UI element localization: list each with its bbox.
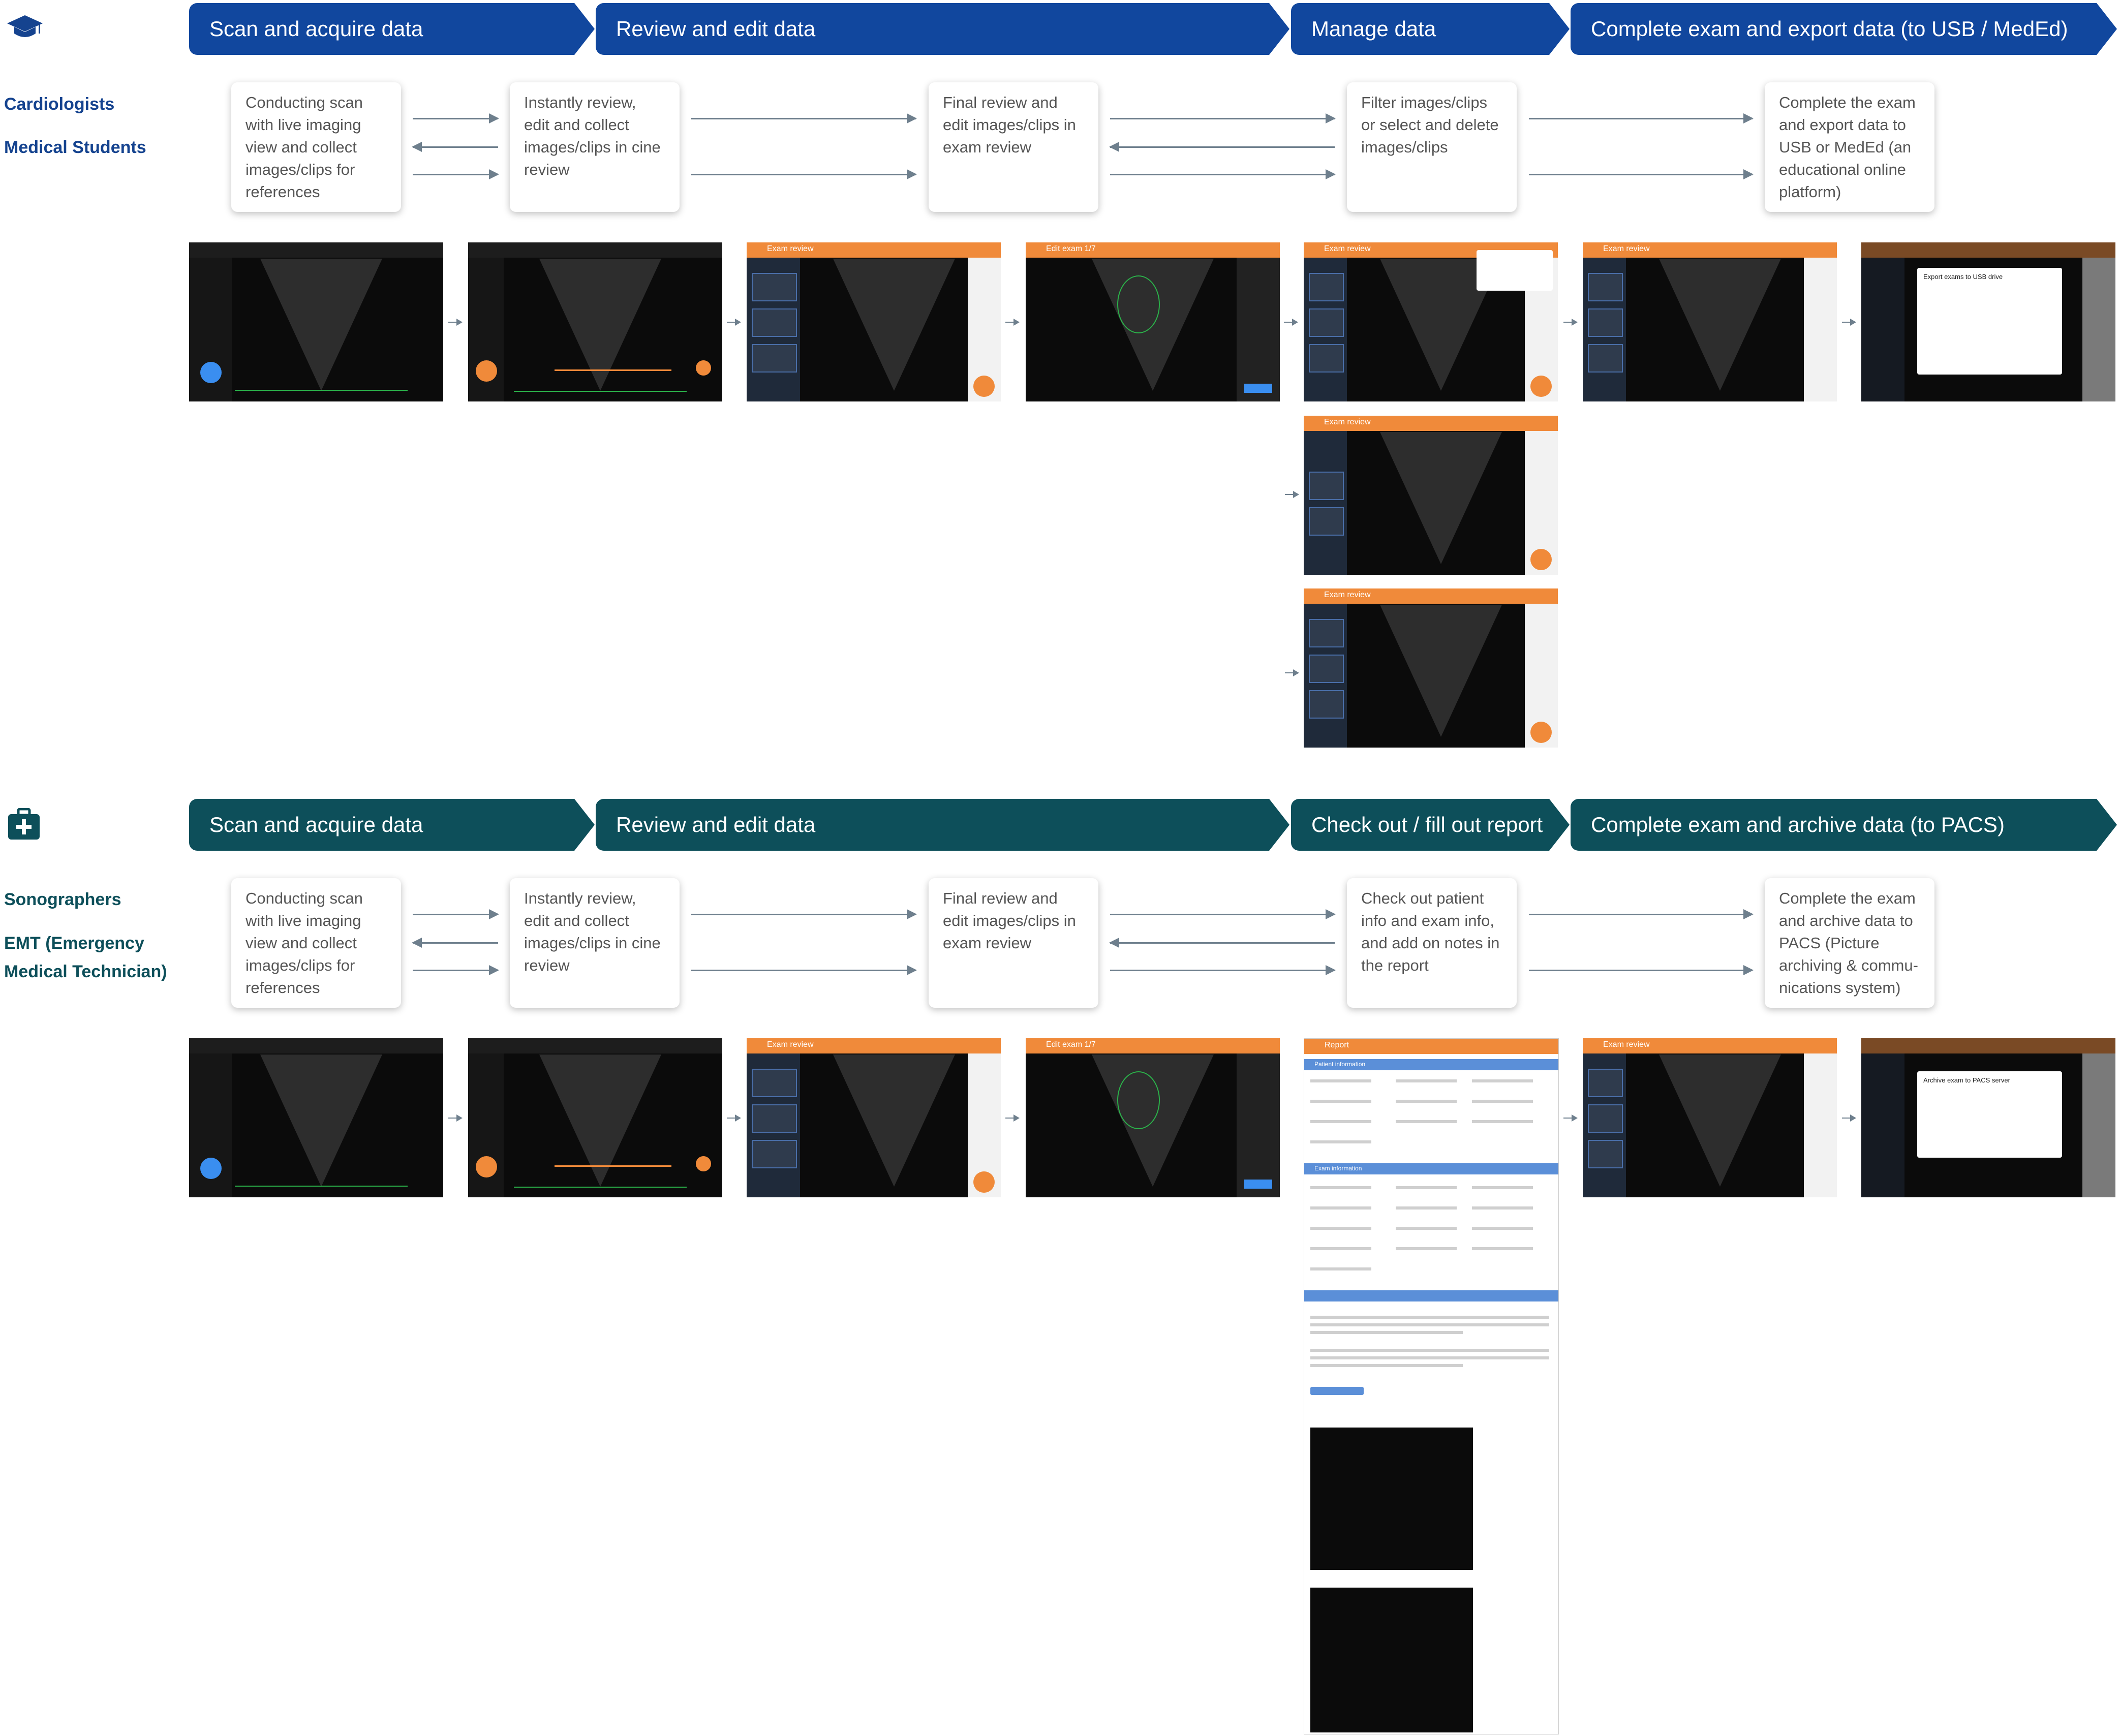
stage-scan-acquire: Scan and acquire data: [189, 3, 595, 55]
arrow-forward: [727, 319, 741, 326]
cine-review-screenshot: [468, 242, 722, 401]
step-card: Final review and edit images/clips in ex…: [929, 82, 1098, 212]
step-card: Complete the exam and export data to USB…: [1765, 82, 1934, 212]
archive-dialog-screenshot: Archive exam to PACS server: [1861, 1038, 2115, 1197]
arrow-back: [1109, 142, 1335, 152]
exam-review-screenshot: Exam review: [747, 1038, 1001, 1197]
arrow-forward: [1842, 1114, 1856, 1122]
arrow-forward: [691, 169, 917, 179]
persona-medical-students: Medical Students: [4, 138, 146, 157]
arrow-back: [412, 142, 498, 152]
arrow-forward: [1529, 113, 1754, 123]
arrow-forward: [727, 1114, 741, 1122]
arrow-forward: [1529, 965, 1754, 975]
live-scan-screenshot: [189, 242, 443, 401]
step-card: Check out patient info and exam info, an…: [1347, 878, 1517, 1008]
cine-review-screenshot: [468, 1038, 722, 1197]
step-card: Conducting scan with live imaging view a…: [231, 82, 401, 212]
step-card: Filter images/clips or select and delete…: [1347, 82, 1517, 212]
select-delete-screenshot: Exam review: [1304, 588, 1558, 748]
live-scan-screenshot: [189, 1038, 443, 1197]
filter-menu-screenshot: Exam review: [1304, 242, 1558, 401]
graduation-cap-icon: [6, 14, 44, 41]
arrow-forward: [1285, 669, 1299, 676]
step-card: Instantly review, edit and collect image…: [510, 82, 680, 212]
exam-review-screenshot: Exam review: [747, 242, 1001, 401]
arrow-forward: [413, 965, 499, 975]
stage-review-edit: Review and edit data: [596, 799, 1289, 851]
arrow-forward: [448, 319, 463, 326]
stage-review-edit: Review and edit data: [596, 3, 1289, 55]
exam-review-screenshot: Exam review: [1583, 1038, 1837, 1197]
persona-emt: EMT (Emergency Medical Technician): [4, 934, 167, 981]
persona-sonographers: Sonographers: [4, 890, 121, 909]
arrow-forward: [1529, 909, 1754, 919]
arrow-back: [1109, 938, 1335, 948]
step-card: Conducting scan with live imaging view a…: [231, 878, 401, 1008]
arrow-forward: [1842, 319, 1856, 326]
export-dialog-screenshot: Export exams to USB drive: [1861, 242, 2115, 401]
arrow-forward: [1110, 169, 1336, 179]
step-card: Final review and edit images/clips in ex…: [929, 878, 1098, 1008]
stage-report: Check out / fill out report: [1291, 799, 1570, 851]
filter-tagged-screenshot: Exam review: [1304, 416, 1558, 575]
arrow-forward: [413, 113, 499, 123]
arrow-forward: [448, 1114, 463, 1122]
medical-kit-icon: [7, 808, 41, 841]
edit-exam-screenshot: Edit exam 1/7: [1026, 1038, 1280, 1197]
arrow-forward: [1110, 909, 1336, 919]
arrow-forward: [1110, 113, 1336, 123]
stage-manage-data: Manage data: [1291, 3, 1570, 55]
edit-exam-screenshot: Edit exam 1/7: [1026, 242, 1280, 401]
stage-complete-archive: Complete exam and archive data (to PACS): [1571, 799, 2117, 851]
exam-review-screenshot: Exam review: [1583, 242, 1837, 401]
arrow-forward: [1284, 319, 1298, 326]
arrow-forward: [691, 965, 917, 975]
arrow-forward: [413, 909, 499, 919]
arrow-forward: [691, 113, 917, 123]
stage-complete-export: Complete exam and export data (to USB / …: [1571, 3, 2117, 55]
step-card: Complete the exam and archive data to PA…: [1765, 878, 1934, 1008]
arrow-back: [412, 938, 498, 948]
arrow-forward: [1563, 1114, 1578, 1122]
arrow-forward: [1563, 319, 1578, 326]
arrow-forward: [1005, 319, 1020, 326]
arrow-forward: [1110, 965, 1336, 975]
arrow-forward: [691, 909, 917, 919]
step-card: Instantly review, edit and collect image…: [510, 878, 680, 1008]
arrow-forward: [1285, 491, 1299, 498]
arrow-forward: [1529, 169, 1754, 179]
persona-cardiologists: Cardiologists: [4, 95, 115, 114]
stage-scan-acquire: Scan and acquire data: [189, 799, 595, 851]
arrow-forward: [1005, 1114, 1020, 1122]
report-screenshot: Report Patient information Exam informat…: [1304, 1038, 1559, 1734]
arrow-forward: [413, 169, 499, 179]
